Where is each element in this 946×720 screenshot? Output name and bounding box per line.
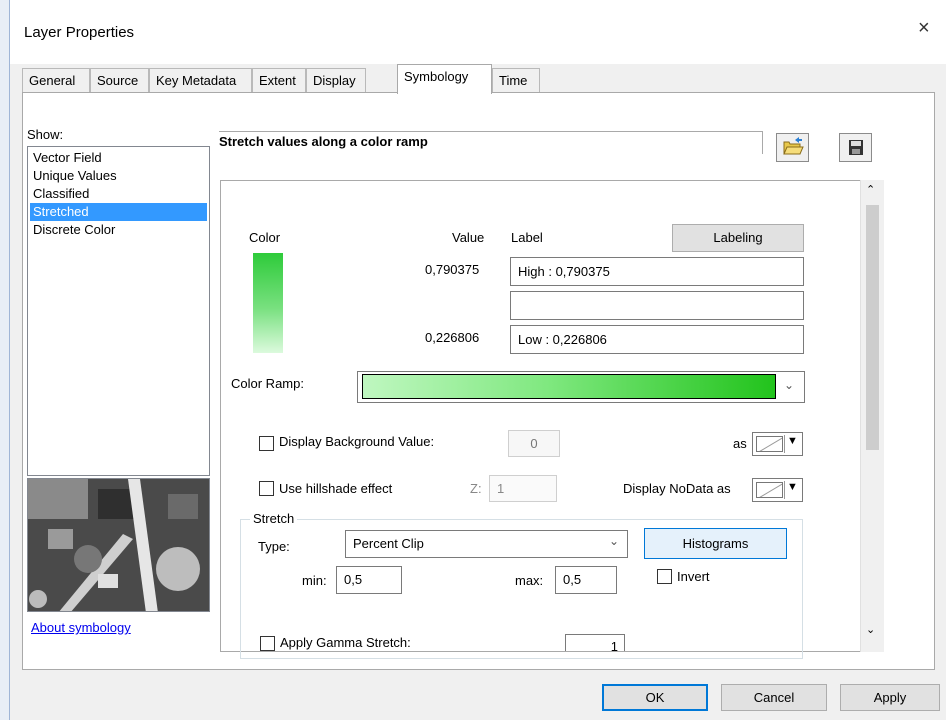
symbology-heading: Stretch values along a color ramp — [219, 134, 428, 149]
stretch-type-select[interactable]: Percent Clip — [345, 530, 628, 558]
background-value-field[interactable]: 0 — [508, 430, 560, 457]
chevron-down-icon[interactable]: ⌄ — [609, 534, 619, 548]
nodata-color-dropdown[interactable]: ▼ — [752, 478, 803, 502]
save-floppy-icon — [849, 140, 863, 155]
z-label: Z: — [470, 481, 482, 496]
color-ramp-swatch[interactable] — [253, 253, 283, 353]
scroll-up-icon[interactable]: ⌃ — [866, 183, 875, 196]
title-bar — [0, 0, 946, 64]
gamma-field[interactable]: 1 — [565, 634, 625, 651]
as-label: as — [733, 436, 747, 451]
hillshade-label: Use hillshade effect — [279, 481, 393, 496]
dropdown-arrow-icon: ▼ — [787, 435, 798, 447]
list-item-unique-values[interactable]: Unique Values — [30, 167, 207, 185]
ok-button[interactable]: OK — [602, 684, 708, 711]
folder-open-icon — [783, 137, 804, 155]
save-symbology-button[interactable] — [839, 133, 872, 162]
dropdown-arrow-icon: ▼ — [787, 481, 798, 493]
low-value: 0,226806 — [425, 330, 480, 345]
tab-key-metadata[interactable]: Key Metadata — [149, 68, 252, 93]
histograms-button[interactable]: Histograms — [644, 528, 787, 559]
color-ramp-label: Color Ramp: — [231, 376, 304, 391]
scrollbar-thumb[interactable] — [866, 205, 879, 450]
labeling-button[interactable]: Labeling — [672, 224, 804, 252]
tab-symbology[interactable]: Symbology — [397, 64, 492, 94]
symbology-preview-image — [27, 478, 210, 612]
heading-divider — [219, 131, 763, 132]
window-title: Layer Properties — [24, 24, 135, 41]
type-label: Type: — [258, 539, 290, 554]
tab-time[interactable]: Time — [492, 68, 540, 93]
gamma-checkbox[interactable] — [260, 636, 275, 651]
list-item-stretched[interactable]: Stretched — [30, 203, 207, 221]
window-left-edge — [0, 0, 10, 720]
about-symbology-link[interactable]: About symbology — [31, 620, 131, 635]
value-header: Value — [452, 230, 485, 245]
scroll-down-icon[interactable]: ⌄ — [866, 623, 875, 636]
show-label: Show: — [27, 127, 64, 142]
label-header: Label — [511, 230, 543, 245]
list-item-classified[interactable]: Classified — [30, 185, 207, 203]
gamma-label: Apply Gamma Stretch: — [280, 635, 411, 650]
max-label: max: — [515, 573, 544, 588]
color-ramp-preview — [362, 374, 776, 399]
apply-button[interactable]: Apply — [840, 684, 940, 711]
tab-extent[interactable]: Extent — [252, 68, 306, 93]
high-value: 0,790375 — [425, 262, 480, 277]
color-swatch-icon — [756, 436, 783, 452]
display-background-checkbox[interactable] — [259, 436, 274, 451]
tab-display[interactable]: Display — [306, 68, 366, 93]
cancel-button[interactable]: Cancel — [721, 684, 827, 711]
min-label: min: — [302, 573, 327, 588]
gamma-row-clip: Apply Gamma Stretch: 1 — [240, 630, 840, 651]
display-background-label: Display Background Value: — [279, 434, 435, 449]
mid-label-field[interactable] — [510, 291, 804, 320]
hillshade-checkbox[interactable] — [259, 481, 274, 496]
chevron-down-icon[interactable]: ⌄ — [784, 378, 794, 392]
color-swatch-icon — [756, 482, 783, 498]
color-header: Color — [249, 230, 281, 245]
tab-source[interactable]: Source — [90, 68, 149, 93]
open-symbology-button[interactable] — [776, 133, 809, 162]
invert-checkbox[interactable] — [657, 569, 672, 584]
list-item-vector-field[interactable]: Vector Field — [30, 149, 207, 167]
stretch-group-label: Stretch — [250, 511, 298, 526]
dropdown-separator — [784, 435, 785, 453]
min-field[interactable]: 0,5 — [336, 566, 402, 594]
high-label-field[interactable]: High : 0,790375 — [510, 257, 804, 286]
heading-divider-end — [762, 131, 763, 154]
nodata-label: Display NoData as — [623, 481, 731, 496]
dropdown-separator — [784, 481, 785, 499]
show-listbox[interactable]: Vector Field Unique Values Classified St… — [27, 146, 210, 476]
invert-label: Invert — [677, 569, 710, 584]
tab-general[interactable]: General — [22, 68, 90, 93]
background-color-dropdown[interactable]: ▼ — [752, 432, 803, 456]
low-label-field[interactable]: Low : 0,226806 — [510, 325, 804, 354]
max-field[interactable]: 0,5 — [555, 566, 617, 594]
close-icon[interactable]: × — [918, 18, 930, 38]
list-item-discrete-color[interactable]: Discrete Color — [30, 221, 207, 239]
z-factor-field[interactable]: 1 — [489, 475, 557, 502]
